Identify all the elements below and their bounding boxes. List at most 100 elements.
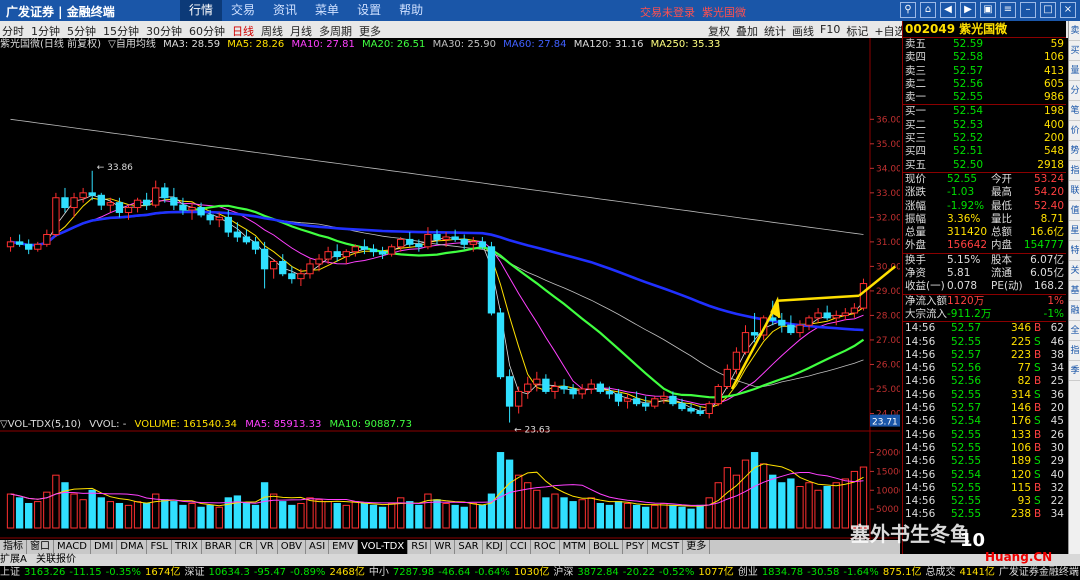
tick-list[interactable]: 14:56 52.57 346 B 62 14:56 52.55 225 S 46 14:56 52.… — [903, 322, 1066, 521]
indicator-tab-24[interactable]: 更多 — [683, 540, 711, 554]
tool-5[interactable]: 标记 — [846, 23, 868, 39]
related-quote-tab[interactable]: 关联报价 — [36, 554, 76, 565]
indicator-tab-11[interactable]: ASI — [306, 540, 330, 554]
menu-settings[interactable]: 设置 — [348, 0, 390, 21]
trade-login-warning[interactable]: 交易未登录 紫光国微 — [640, 4, 746, 20]
indicator-tab-20[interactable]: MTM — [560, 540, 590, 554]
tool-3[interactable]: 画线 — [792, 23, 814, 39]
tick-count: 45 — [1050, 415, 1064, 428]
side-tool-0[interactable]: 卖 — [1069, 21, 1080, 41]
period-6[interactable]: 日线 — [232, 23, 254, 39]
close-icon[interactable]: × — [1060, 2, 1076, 18]
tool-0[interactable]: 复权 — [708, 23, 730, 39]
indicator-tab-8[interactable]: CR — [236, 540, 257, 554]
period-3[interactable]: 15分钟 — [103, 23, 139, 39]
indicator-tab-18[interactable]: CCI — [507, 540, 531, 554]
period-2[interactable]: 5分钟 — [67, 23, 96, 39]
side-tool-17[interactable]: 季 — [1069, 361, 1080, 381]
indicator-tab-3[interactable]: DMI — [91, 540, 118, 554]
menu-help[interactable]: 帮助 — [390, 0, 432, 21]
stat-value: 6.07亿 — [1030, 253, 1064, 266]
indicator-tab-5[interactable]: FSL — [147, 540, 172, 554]
bid-label: 买二 — [905, 118, 926, 131]
indicator-tab-6[interactable]: TRIX — [172, 540, 202, 554]
indicator-tab-9[interactable]: VR — [257, 540, 278, 554]
indicator-tab-10[interactable]: OBV — [278, 540, 306, 554]
indicator-name[interactable]: ▽自用均线 — [108, 39, 156, 50]
volume-bar — [569, 501, 577, 529]
period-4[interactable]: 30分钟 — [146, 23, 182, 39]
stat-value: 5.81 — [947, 267, 971, 280]
side-tool-12[interactable]: 关 — [1069, 261, 1080, 281]
indicator-tab-14[interactable]: RSI — [408, 540, 432, 554]
side-tool-3[interactable]: 分 — [1069, 81, 1080, 101]
indicator-tab-7[interactable]: BRAR — [202, 540, 236, 554]
period-0[interactable]: 分时 — [2, 23, 24, 39]
period-8[interactable]: 月线 — [290, 23, 312, 39]
indicator-tab-16[interactable]: SAR — [455, 540, 483, 554]
lock-icon[interactable]: ▣ — [980, 2, 996, 18]
period-1[interactable]: 1分钟 — [31, 23, 60, 39]
side-tool-14[interactable]: 融 — [1069, 301, 1080, 321]
tool-4[interactable]: F10 — [820, 23, 840, 39]
indicator-tab-23[interactable]: MCST — [648, 540, 684, 554]
tool-2[interactable]: 统计 — [764, 23, 786, 39]
side-tool-2[interactable]: 量 — [1069, 61, 1080, 81]
price-tick-label: 34.00 — [876, 164, 900, 174]
indicator-tab-2[interactable]: MACD — [54, 540, 91, 554]
quote-label: 总额 — [991, 226, 1012, 239]
menu-trade[interactable]: 交易 — [222, 0, 264, 21]
side-tool-10[interactable]: 星 — [1069, 221, 1080, 241]
price-tick-label: 33.00 — [876, 189, 900, 199]
watermark-site: Huang.CN — [985, 550, 1053, 564]
side-tool-11[interactable]: 特 — [1069, 241, 1080, 261]
tool-6[interactable]: +自选 — [874, 23, 905, 39]
volume-bar — [242, 502, 251, 529]
candle — [142, 192, 151, 210]
quote-value: 3.36% — [947, 212, 981, 225]
side-tool-1[interactable]: 买 — [1069, 41, 1080, 61]
indicator-tab-22[interactable]: PSY — [623, 540, 649, 554]
status-item-0: 上证 — [0, 567, 20, 578]
period-7[interactable]: 周线 — [261, 23, 283, 39]
indicator-tab-4[interactable]: DMA — [117, 540, 148, 554]
minimize-icon[interactable]: – — [1020, 2, 1036, 18]
side-tool-4[interactable]: 笔 — [1069, 101, 1080, 121]
indicator-tab-12[interactable]: EMV — [329, 540, 358, 554]
volume-bar — [188, 502, 196, 529]
tick-volume: 238 — [1010, 508, 1031, 521]
side-tool-7[interactable]: 指 — [1069, 161, 1080, 181]
search-icon[interactable]: ⚲ — [900, 2, 916, 18]
side-tool-15[interactable]: 全 — [1069, 321, 1080, 341]
period-10[interactable]: 更多 — [359, 23, 381, 39]
side-tool-13[interactable]: 基 — [1069, 281, 1080, 301]
side-tool-6[interactable]: 势 — [1069, 141, 1080, 161]
forward-icon[interactable]: ▶ — [960, 2, 976, 18]
vol-indicator-name[interactable]: ▽VOL-TDX(5,10) — [0, 419, 81, 430]
side-tool-9[interactable]: 值 — [1069, 201, 1080, 221]
indicator-tab-19[interactable]: ROC — [531, 540, 560, 554]
indicator-tab-1[interactable]: 窗口 — [27, 540, 54, 554]
menu-menu[interactable]: 菜单 — [306, 0, 348, 21]
indicator-tab-17[interactable]: KDJ — [483, 540, 507, 554]
maximize-icon[interactable]: □ — [1040, 2, 1056, 18]
status-item-4: 1674亿 — [145, 567, 181, 578]
menu-icon[interactable]: ≡ — [1000, 2, 1016, 18]
indicator-tab-0[interactable]: 指标 — [0, 540, 27, 554]
side-tool-8[interactable]: 联 — [1069, 181, 1080, 201]
menu-quote[interactable]: 行情 — [180, 0, 223, 21]
indicator-tab-21[interactable]: BOLL — [590, 540, 623, 554]
indicator-tab-15[interactable]: WR — [431, 540, 456, 554]
home-icon[interactable]: ⌂ — [920, 2, 936, 18]
side-tool-16[interactable]: 指 — [1069, 341, 1080, 361]
tool-1[interactable]: 叠加 — [736, 23, 758, 39]
menu-news[interactable]: 资讯 — [264, 0, 306, 21]
back-icon[interactable]: ◀ — [940, 2, 956, 18]
ticks-row: 14:56 52.56 77 S 34 — [903, 362, 1066, 375]
side-tool-5[interactable]: 价 — [1069, 121, 1080, 141]
period-5[interactable]: 60分钟 — [189, 23, 225, 39]
indicator-tab-13[interactable]: VOL-TDX — [357, 540, 409, 554]
ext-a-tab[interactable]: 扩展A — [0, 554, 27, 565]
period-9[interactable]: 多周期 — [319, 23, 352, 39]
kline-chart[interactable]: 24.0025.0026.0027.0028.0029.0030.0031.00… — [0, 38, 900, 558]
